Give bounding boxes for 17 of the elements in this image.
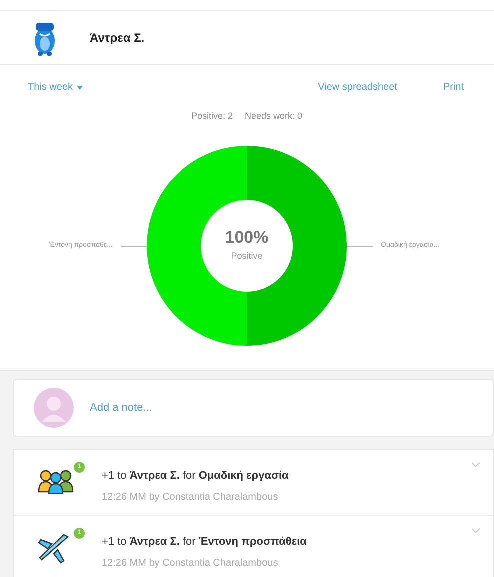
people-group-icon <box>38 468 74 494</box>
needs-work-count: Needs work: 0 <box>244 110 303 122</box>
print-link[interactable]: Print <box>443 80 464 95</box>
feed-meta: 12:26 MM by Constantia Charalambous <box>102 490 280 504</box>
airplane-icon <box>38 534 72 564</box>
positive-count: Positive: 2 <box>191 110 233 122</box>
feed-meta: 12:26 MM by Constantia Charalambous <box>102 556 280 570</box>
center-percentage: 100% <box>225 228 269 246</box>
feed-text: +1 to Άντρεα Σ. for Έντονη προσπάθεια <box>102 535 307 550</box>
view-spreadsheet-link[interactable]: View spreadsheet <box>318 80 398 95</box>
student-name: Άντρεα Σ. <box>90 30 145 46</box>
feed-text: +1 to Άντρεα Σ. for Ομαδική εργασία <box>102 469 289 484</box>
user-avatar-icon <box>34 388 74 428</box>
center-label: Positive <box>231 250 263 263</box>
note-field[interactable]: Add a note... <box>90 400 493 416</box>
period-dropdown[interactable]: This week <box>28 80 84 95</box>
caret-icon <box>77 86 84 90</box>
